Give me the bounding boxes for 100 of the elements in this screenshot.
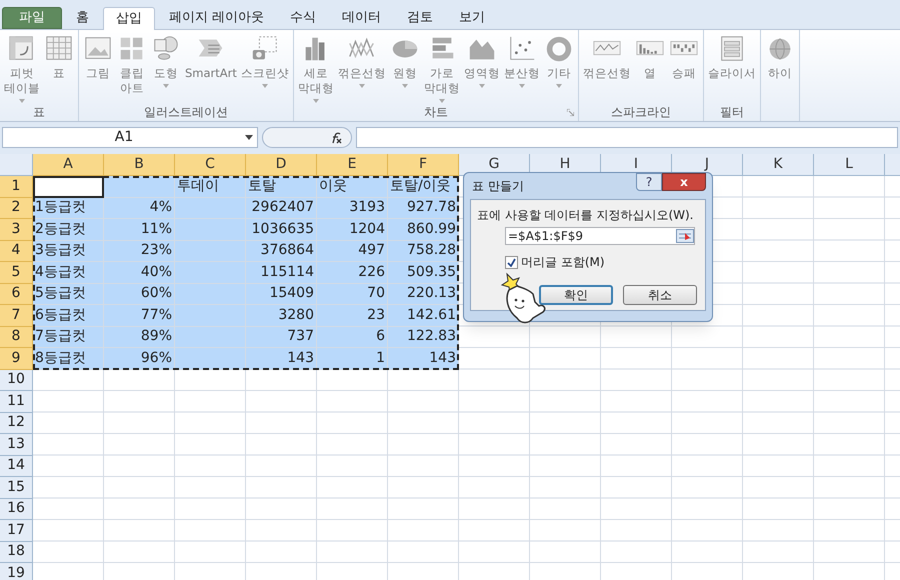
row-header[interactable]: 16 xyxy=(0,498,33,520)
row-header[interactable]: 7 xyxy=(0,305,33,326)
range-field[interactable]: =$A$1:$F$9 xyxy=(505,227,695,245)
table-cell: 1204 xyxy=(317,219,388,240)
help-button[interactable]: ? xyxy=(636,173,662,191)
ribbon-button[interactable]: 열 xyxy=(632,34,667,104)
table-cell xyxy=(175,219,246,240)
column-header[interactable]: L xyxy=(814,154,885,176)
dialog-launcher-icon[interactable] xyxy=(566,108,574,116)
table-cell: 758.28 xyxy=(388,240,459,262)
row-header[interactable]: 8 xyxy=(0,326,33,348)
row-header[interactable]: 9 xyxy=(0,348,33,370)
ribbon-button[interactable]: 승패 xyxy=(666,34,701,104)
column-header[interactable]: E xyxy=(317,154,388,176)
file-tab[interactable]: 파일 xyxy=(2,7,62,29)
table-cell: 96% xyxy=(104,348,175,370)
ribbon-button[interactable]: 기타 xyxy=(542,34,576,104)
ribbon-tab[interactable]: 보기 xyxy=(447,7,498,29)
ribbon-button[interactable]: 분산형 xyxy=(502,34,542,104)
column-header[interactable]: B xyxy=(104,154,175,176)
group-label: 필터 xyxy=(720,104,744,121)
ribbon-button[interactable]: 세로 막대형 xyxy=(296,34,336,104)
range-select-icon[interactable] xyxy=(676,229,694,243)
close-button[interactable]: x xyxy=(662,173,706,191)
ribbon-button[interactable]: 가로 막대형 xyxy=(422,34,462,104)
row-header[interactable]: 1 xyxy=(0,176,33,198)
ribbon-button[interactable]: 하이 xyxy=(762,34,797,104)
column-header[interactable]: K xyxy=(743,154,814,176)
ribbon-button[interactable]: 스크린샷 xyxy=(238,34,291,104)
ribbon-button[interactable]: 그림 xyxy=(81,34,115,104)
group-label: 일러스트레이션 xyxy=(144,104,228,121)
dropdown-caret-icon xyxy=(245,135,253,140)
column-header[interactable] xyxy=(885,154,900,176)
column-header[interactable]: C xyxy=(175,154,246,176)
dialog-button[interactable]: 취소 xyxy=(623,285,697,305)
row-header[interactable]: 19 xyxy=(0,563,33,580)
table-cell: 927.78 xyxy=(388,198,459,219)
table-cell: 이웃 xyxy=(317,176,388,198)
ribbon-tab[interactable]: 홈 xyxy=(64,7,101,29)
formula-input[interactable] xyxy=(356,127,898,148)
table-cell xyxy=(175,262,246,284)
table-cell: 3193 xyxy=(317,198,388,219)
table-cell: 509.35 xyxy=(388,262,459,284)
table-cell: 122.83 xyxy=(388,326,459,348)
row-header[interactable]: 2 xyxy=(0,198,33,219)
group-label: 표 xyxy=(33,104,45,121)
table-cell: 70 xyxy=(317,284,388,305)
row-header[interactable]: 3 xyxy=(0,219,33,240)
table-cell: 115114 xyxy=(246,262,317,284)
column-header[interactable]: F xyxy=(388,154,459,176)
row-header[interactable]: 18 xyxy=(0,542,33,563)
ribbon-button[interactable]: SmartArt xyxy=(183,34,239,104)
table-cell: 23 xyxy=(317,305,388,326)
table-cell: 226 xyxy=(317,262,388,284)
table-cell: 5등급컷 xyxy=(33,284,104,305)
name-box[interactable]: A1 xyxy=(2,127,258,148)
group-label: 차트 xyxy=(424,104,448,121)
ribbon-button[interactable]: 표 xyxy=(42,34,76,104)
row-header[interactable]: 13 xyxy=(0,434,33,456)
table-cell xyxy=(175,348,246,370)
ribbon-button[interactable]: 클립 아트 xyxy=(115,34,149,104)
dialog-title: 표 만들기 xyxy=(471,178,524,195)
ribbon-button[interactable]: 원형 xyxy=(388,34,422,104)
table-cell xyxy=(175,305,246,326)
row-header[interactable]: 4 xyxy=(0,240,33,262)
row-header[interactable]: 5 xyxy=(0,262,33,284)
row-header[interactable]: 11 xyxy=(0,391,33,412)
table-cell: 142.61 xyxy=(388,305,459,326)
table-cell: 143 xyxy=(388,348,459,370)
row-header[interactable]: 10 xyxy=(0,370,33,391)
ribbon-button[interactable]: 피벗 테이블 xyxy=(2,34,42,104)
table-cell: 6등급컷 xyxy=(33,305,104,326)
group-label: 스파크라인 xyxy=(610,104,671,121)
row-header[interactable]: 14 xyxy=(0,456,33,477)
row-header[interactable]: 6 xyxy=(0,284,33,305)
ribbon-tab[interactable]: 수식 xyxy=(278,7,328,29)
ribbon-tab[interactable]: 삽입 xyxy=(103,7,155,30)
table-cell xyxy=(104,176,175,198)
ribbon-button[interactable]: 슬라이서 xyxy=(706,34,758,104)
select-all-corner[interactable] xyxy=(0,154,33,176)
table-cell: 1036635 xyxy=(246,219,317,240)
ribbon-tab[interactable]: 검토 xyxy=(395,7,446,29)
column-header[interactable]: A xyxy=(33,154,104,176)
ribbon-tab[interactable]: 데이터 xyxy=(330,7,394,29)
table-cell: 220.13 xyxy=(388,284,459,305)
row-header[interactable]: 12 xyxy=(0,412,33,434)
ribbon-button[interactable]: 영역형 xyxy=(462,34,502,104)
dialog-button[interactable]: 확인 xyxy=(539,285,613,305)
ribbon-tab[interactable]: 페이지 레이아웃 xyxy=(157,7,276,29)
column-header[interactable]: J xyxy=(672,154,743,176)
checkbox-label: 머리글 포함(M) xyxy=(521,254,605,271)
ribbon-button[interactable]: 꺾은선형 xyxy=(336,34,388,104)
row-header[interactable]: 17 xyxy=(0,520,33,542)
row-header[interactable]: 15 xyxy=(0,477,33,498)
checkbox[interactable] xyxy=(505,256,518,268)
table-cell: 860.99 xyxy=(388,219,459,240)
ribbon-button[interactable]: 꺾은선형 xyxy=(580,34,633,104)
ribbon-button[interactable]: 도형 xyxy=(149,34,183,104)
column-header[interactable]: D xyxy=(246,154,317,176)
table-cell: 77% xyxy=(104,305,175,326)
